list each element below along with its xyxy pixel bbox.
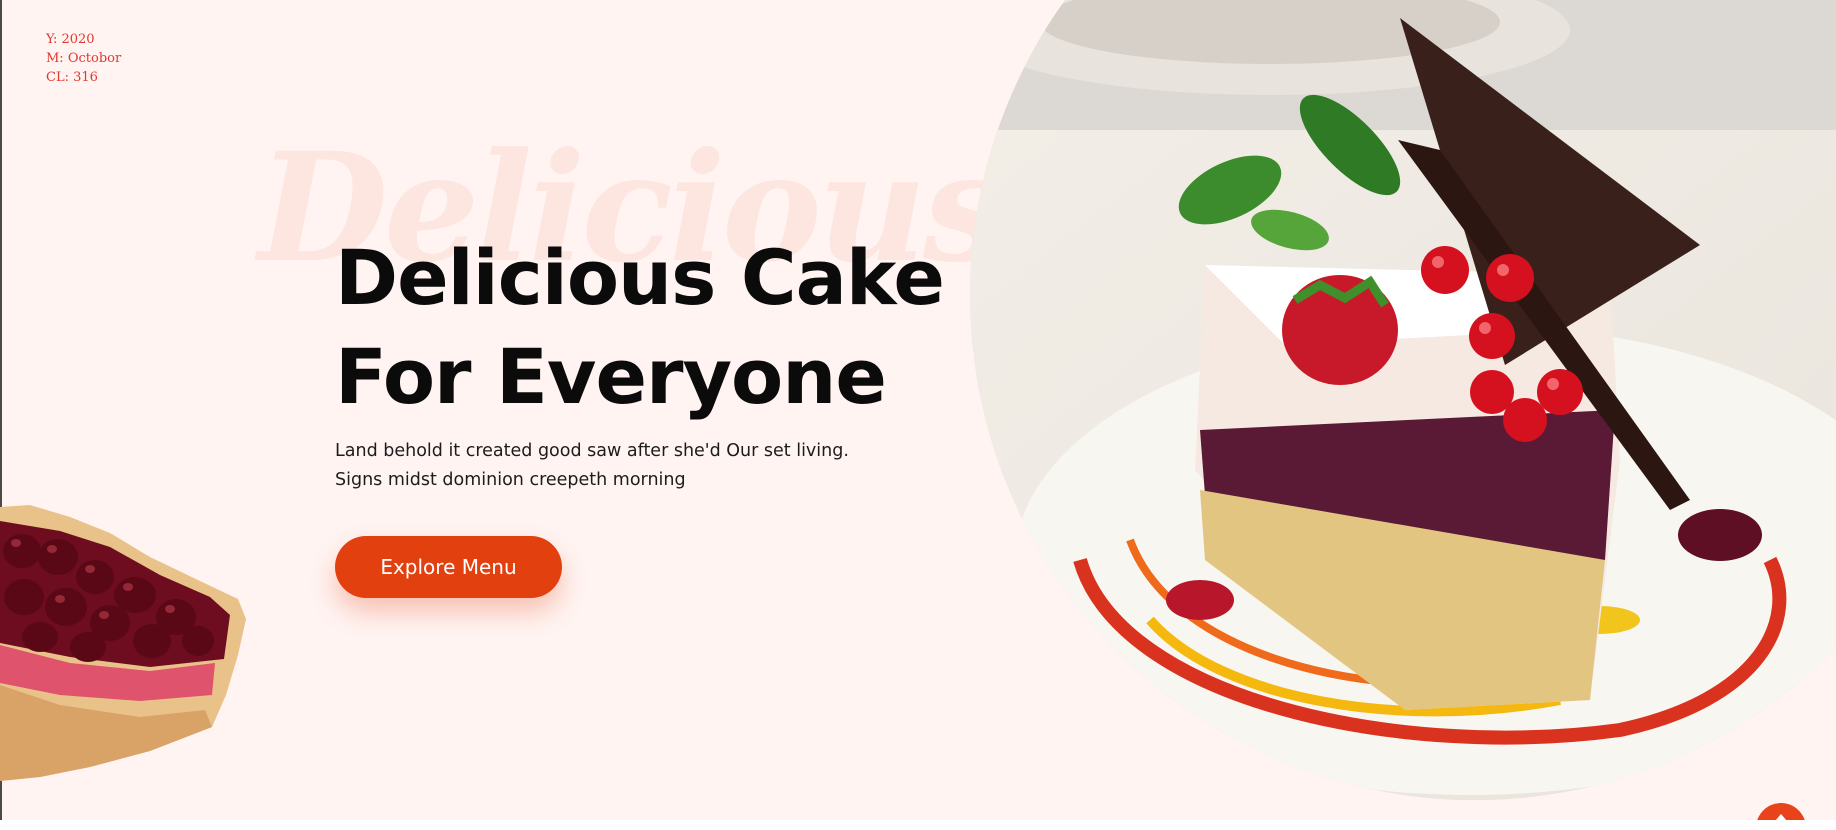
berry-tart-image: [0, 505, 246, 781]
debug-month: M: Octobor: [46, 51, 122, 66]
debug-year: Y: 2020: [46, 32, 95, 47]
explore-menu-button[interactable]: Explore Menu: [335, 536, 562, 598]
hero-title: Delicious Cake For Everyone: [335, 233, 945, 421]
hero-description: Land behold it created good saw after sh…: [335, 441, 849, 490]
bottom-strip: [0, 820, 1836, 830]
debug-cl: CL: 316: [46, 70, 98, 85]
debug-info: Y: 2020 M: Octobor CL: 316: [46, 30, 121, 87]
